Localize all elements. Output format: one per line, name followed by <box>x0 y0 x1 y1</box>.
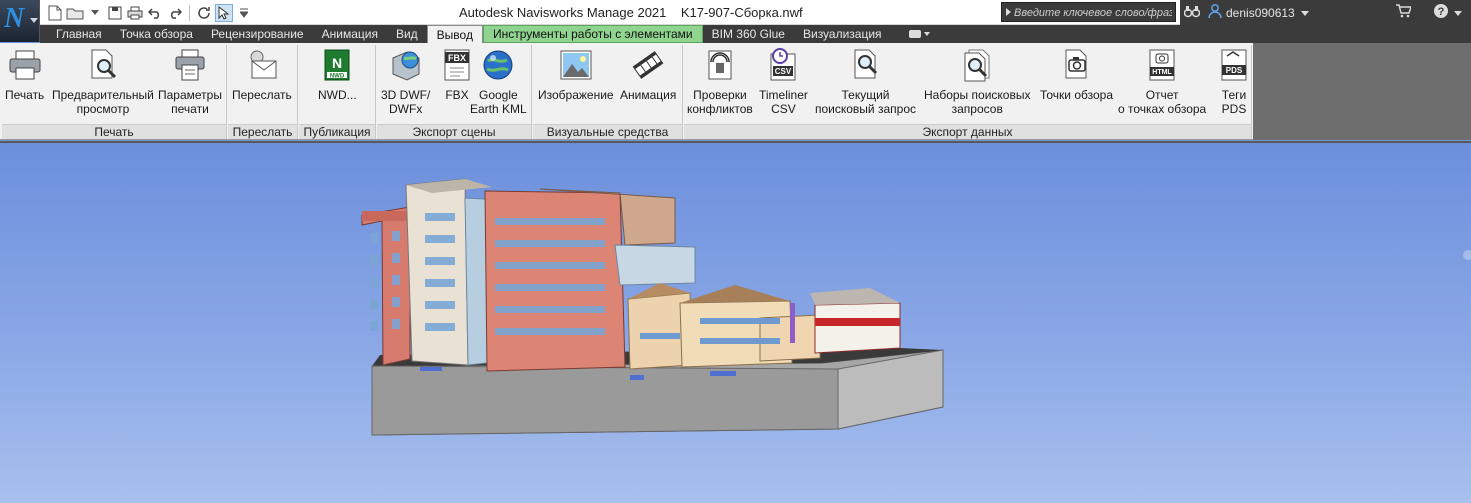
chevron-down-icon <box>30 18 38 23</box>
svg-text:CSV: CSV <box>775 67 792 76</box>
svg-text:NWD: NWD <box>330 74 345 80</box>
panel-label-visuals: Визуальные средства <box>533 124 682 139</box>
cart-icon[interactable] <box>1395 4 1412 21</box>
undo-icon[interactable] <box>146 4 164 22</box>
infocenter-toolbar: denis090613 ? <box>1180 0 1471 25</box>
export-clash-tests-button[interactable]: Проверки конфликтов <box>687 47 753 116</box>
svg-text:PDS: PDS <box>1226 66 1243 75</box>
ribbon-display-toggle[interactable] <box>899 25 939 43</box>
chevron-right-icon[interactable] <box>1006 8 1011 16</box>
refresh-icon[interactable] <box>195 4 213 22</box>
timeliner-csv-icon: CSV <box>765 47 801 83</box>
ribbon-tab-bar: Главная Точка обзора Рецензирование Аним… <box>40 25 1471 43</box>
html-report-icon: HTML <box>1144 47 1180 83</box>
panel-send: Переслать Переслать <box>228 45 298 139</box>
ribbon: Печать Предварительный просмотр Параметр… <box>0 43 1471 140</box>
help-icon[interactable]: ? <box>1433 3 1449 22</box>
export-viewpoints-button[interactable]: Точки обзора <box>1040 47 1113 102</box>
binoculars-icon[interactable] <box>1183 4 1201 21</box>
search-sets-icon <box>959 47 995 83</box>
send-button[interactable]: Переслать <box>232 47 292 102</box>
panel-publish: N NWD NWD... Публикация <box>299 45 376 139</box>
tab-review[interactable]: Рецензирование <box>202 25 313 43</box>
tab-animation[interactable]: Анимация <box>313 25 387 43</box>
tab-bim360-glue[interactable]: BIM 360 Glue <box>703 25 794 43</box>
customize-toolbar-icon[interactable] <box>235 4 253 22</box>
panel-label-export-scene: Экспорт сцены <box>377 124 531 139</box>
tab-render[interactable]: Визуализация <box>794 25 891 43</box>
new-file-icon[interactable] <box>46 4 64 22</box>
svg-text:N: N <box>332 55 342 71</box>
print-preview-icon <box>85 47 121 83</box>
tab-output[interactable]: Вывод <box>426 25 483 43</box>
panel-visuals: Изображение Анимация Визуальные средства <box>533 45 683 139</box>
open-folder-icon[interactable] <box>66 4 84 22</box>
tab-view[interactable]: Вид <box>387 25 427 43</box>
chevron-down-icon[interactable] <box>1453 6 1462 20</box>
user-name[interactable]: denis090613 <box>1226 6 1295 20</box>
image-icon <box>558 47 594 83</box>
export-pds-tags-button[interactable]: PDS Теги PDS <box>1216 47 1252 116</box>
chevron-down-icon[interactable] <box>1300 6 1309 20</box>
building-model-render <box>361 178 1471 436</box>
chevron-down-icon[interactable] <box>86 4 104 22</box>
dwf-globe-icon <box>388 47 424 83</box>
toolbar-separator <box>189 5 190 21</box>
tab-home[interactable]: Главная <box>47 25 111 43</box>
export-dwf-button[interactable]: 3D DWF/ DWFx <box>381 47 430 116</box>
tab-viewpoint[interactable]: Точка обзора <box>111 25 202 43</box>
help-search-box <box>1001 2 1176 22</box>
export-current-search-button[interactable]: Текущий поисковый запрос <box>815 47 916 116</box>
title-bar: N Autodesk Navisworks Manage 2021 K17-90… <box>0 0 1471 42</box>
nwd-file-icon: N NWD <box>319 47 355 83</box>
svg-text:?: ? <box>1437 6 1444 18</box>
quick-access-toolbar <box>46 3 253 23</box>
tab-item-tools[interactable]: Инструменты работы с элементами <box>482 25 703 43</box>
scene-viewport[interactable] <box>0 141 1471 503</box>
export-search-sets-button[interactable]: Наборы поисковых запросов <box>924 47 1030 116</box>
clash-detective-icon <box>702 47 738 83</box>
panel-label-send: Переслать <box>228 124 297 139</box>
panel-label-export-data: Экспорт данных <box>684 124 1251 139</box>
google-earth-icon <box>480 47 516 83</box>
ribbon-empty-area <box>1253 43 1471 140</box>
email-icon <box>244 47 280 83</box>
search-document-icon <box>848 47 884 83</box>
panel-export-data: Проверки конфликтов CSV Timeliner CSV Те… <box>684 45 1252 139</box>
redo-icon[interactable] <box>166 4 184 22</box>
panel-print: Печать Предварительный просмотр Параметр… <box>2 45 227 139</box>
app-logo-letter: N <box>4 3 25 34</box>
export-viewpoints-report-button[interactable]: HTML Отчет о точках обзора <box>1118 47 1206 116</box>
application-menu-button[interactable]: N <box>0 0 40 42</box>
panel-export-scene: 3D DWF/ DWFx FBX FBX Google Earth KML Эк… <box>377 45 532 139</box>
window-title: Autodesk Navisworks Manage 2021 K17-907-… <box>459 5 803 20</box>
save-icon[interactable] <box>106 4 124 22</box>
film-strip-icon <box>630 47 666 83</box>
search-input[interactable] <box>1014 5 1172 20</box>
print-button[interactable]: Печать <box>5 47 44 102</box>
select-cursor-icon[interactable] <box>215 4 233 22</box>
publish-nwd-button[interactable]: N NWD NWD... <box>318 47 357 102</box>
image-button[interactable]: Изображение <box>538 47 614 102</box>
animation-button[interactable]: Анимация <box>620 47 676 102</box>
camera-document-icon <box>1059 47 1095 83</box>
panel-label-print: Печать <box>2 124 226 139</box>
print-preview-button[interactable]: Предварительный просмотр <box>52 47 154 116</box>
printer-icon <box>7 47 43 83</box>
pds-file-icon: PDS <box>1216 47 1252 83</box>
svg-text:HTML: HTML <box>1152 69 1172 76</box>
printer-settings-icon <box>172 47 208 83</box>
print-icon[interactable] <box>126 4 144 22</box>
panel-label-publish: Публикация <box>299 124 375 139</box>
user-icon[interactable] <box>1208 4 1222 21</box>
svg-text:FBX: FBX <box>448 53 466 63</box>
export-kml-button[interactable]: Google Earth KML <box>470 47 527 116</box>
page-setup-button[interactable]: Параметры печати <box>158 47 222 116</box>
export-timeliner-csv-button[interactable]: CSV Timeliner CSV <box>759 47 808 116</box>
